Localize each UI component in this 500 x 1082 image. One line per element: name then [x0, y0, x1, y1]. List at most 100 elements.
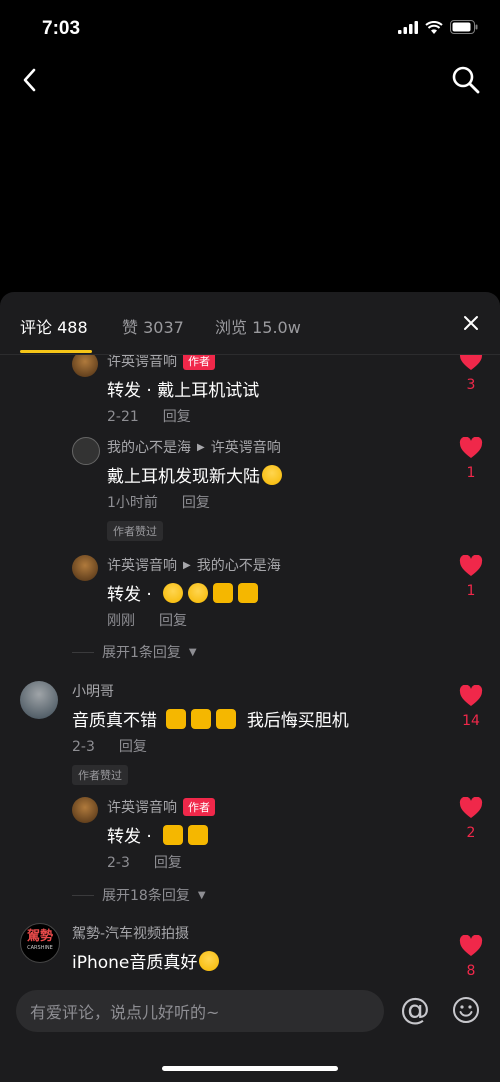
- expand-label: 展开18条回复: [102, 888, 190, 904]
- search-icon[interactable]: [450, 64, 482, 96]
- wifi-icon: [425, 20, 443, 34]
- like-count: 3: [466, 377, 476, 393]
- back-arrow-icon[interactable]: [16, 64, 44, 96]
- author-name: 我的心不是海: [107, 440, 191, 456]
- comment-meta: 2-3 回复: [72, 736, 147, 756]
- comment-meta: 2-3 回复: [107, 852, 182, 872]
- comment-text-content: 转发 ·: [107, 585, 152, 605]
- avatar-logo-sub: CARSHINE: [27, 945, 53, 951]
- comment-text: 戴上耳机发现新大陆: [107, 462, 287, 487]
- tab-views[interactable]: 浏览 15.0w: [215, 314, 301, 338]
- like-button[interactable]: 1: [458, 554, 484, 599]
- like-button[interactable]: 1: [458, 436, 484, 481]
- comments-panel: 评论 488 赞 3037 浏览 15.0w 许英谔音响 作者 转发 · 戴上耳…: [0, 292, 500, 1082]
- comment-author[interactable]: 我的心不是海 ▶ 许英谔音响: [107, 437, 281, 457]
- emoji-picker-icon[interactable]: [452, 996, 480, 1024]
- like-count: 2: [466, 825, 476, 841]
- reply-target: 我的心不是海: [196, 558, 281, 574]
- author-liked-tag: 作者赞过: [107, 521, 163, 541]
- heart-icon: [459, 796, 483, 818]
- top-nav: [0, 60, 500, 104]
- grin-emoji-icon: [163, 583, 184, 603]
- heart-icon: [459, 436, 483, 458]
- avatar[interactable]: [72, 355, 98, 377]
- like-button[interactable]: 2: [458, 796, 484, 841]
- comment-item: 小明哥 音质真不错 我后悔买胆机 2-3 回复 作者赞过 14: [0, 679, 500, 789]
- comment-meta: 刚刚 回复: [107, 610, 187, 630]
- like-count: 8: [466, 963, 476, 979]
- author-name: 駕勢-汽车视频拍摄: [72, 926, 190, 942]
- comment-text-part-a: 音质真不错: [72, 711, 157, 731]
- comment-text: 转发 ·: [107, 822, 213, 847]
- author-name: 许英谔音响: [107, 558, 177, 574]
- home-indicator: [162, 1066, 338, 1071]
- thumbs-up-emoji-icon: [213, 583, 234, 603]
- pray-emoji-icon: [188, 825, 209, 845]
- chevron-down-icon: ▼: [188, 646, 197, 658]
- status-bar: 7:03: [0, 0, 500, 60]
- like-button[interactable]: 14: [458, 684, 484, 729]
- heart-icon: [459, 355, 483, 370]
- expand-replies-button[interactable]: 展开18条回复 ▼: [72, 885, 206, 905]
- comment-meta: 2-21 回复: [107, 406, 191, 426]
- avatar-logo-text: 駕勢: [26, 929, 53, 944]
- laugh-emoji-icon: [199, 951, 220, 971]
- reply-item: 我的心不是海 ▶ 许英谔音响 戴上耳机发现新大陆 1小时前 回复 作者赞过 1: [0, 435, 500, 547]
- author-liked-tag: 作者赞过: [72, 765, 128, 785]
- comment-author[interactable]: 小明哥: [72, 681, 114, 701]
- status-icons: [398, 20, 478, 34]
- reply-button[interactable]: 回复: [163, 409, 191, 425]
- comment-author[interactable]: 许英谔音响 作者: [107, 797, 215, 817]
- mention-at-icon[interactable]: @: [398, 994, 432, 1028]
- like-count: 1: [466, 465, 476, 481]
- comment-meta: 1小时前 回复: [107, 492, 210, 512]
- like-button[interactable]: 8: [458, 934, 484, 979]
- reply-button[interactable]: 回复: [119, 739, 147, 755]
- tab-likes[interactable]: 赞 3037: [122, 314, 184, 338]
- avatar[interactable]: [72, 437, 100, 465]
- author-name: 小明哥: [72, 684, 114, 700]
- divider-line: [72, 651, 94, 653]
- heart-icon: [459, 684, 483, 706]
- comment-input-bar: @: [0, 980, 500, 1082]
- comment-input[interactable]: [28, 990, 372, 1034]
- comment-author[interactable]: 许英谔音响 作者: [107, 355, 215, 371]
- avatar[interactable]: 駕勢 CARSHINE: [20, 923, 60, 963]
- comment-tabs: 评论 488 赞 3037 浏览 15.0w: [0, 292, 500, 355]
- comment-text-content: 转发 ·: [107, 827, 152, 847]
- comment-author[interactable]: 駕勢-汽车视频拍摄: [72, 923, 189, 943]
- avatar[interactable]: [20, 681, 58, 719]
- comment-input-wrapper: [16, 990, 384, 1034]
- cellular-signal-icon: [398, 20, 418, 34]
- reply-target: 许英谔音响: [210, 440, 281, 456]
- thumbs-up-emoji-icon: [216, 709, 237, 729]
- comment-text-part-b: 我后悔买胆机: [246, 711, 349, 731]
- active-tab-indicator: [20, 350, 92, 353]
- reply-item: 许英谔音响 作者 转发 · 2-3 回复 2: [0, 795, 500, 875]
- comment-author[interactable]: 许英谔音响 ▶ 我的心不是海: [107, 555, 281, 575]
- author-badge: 作者: [183, 798, 215, 816]
- grin-emoji-icon: [262, 465, 282, 485]
- reply-button[interactable]: 回复: [159, 613, 187, 629]
- tab-comments[interactable]: 评论 488: [20, 314, 88, 338]
- comment-time: 2-21: [107, 409, 139, 425]
- like-button[interactable]: 3: [458, 355, 484, 393]
- avatar[interactable]: [72, 797, 98, 823]
- comment-text-content: 戴上耳机发现新大陆: [107, 467, 260, 487]
- avatar[interactable]: [72, 555, 98, 581]
- reply-button[interactable]: 回复: [182, 495, 210, 511]
- reply-button[interactable]: 回复: [154, 855, 182, 871]
- comment-list[interactable]: 许英谔音响 作者 转发 · 戴上耳机试试 2-21 回复 3 我的心不是海 ▶ 许…: [0, 355, 500, 980]
- author-name: 许英谔音响: [107, 800, 177, 816]
- comment-text: iPhone音质真好: [72, 948, 224, 973]
- expand-replies-button[interactable]: 展开1条回复 ▼: [72, 642, 197, 662]
- heart-icon: [459, 934, 483, 956]
- chevron-down-icon: ▼: [197, 889, 206, 901]
- comment-time: 2-3: [107, 855, 130, 871]
- close-icon[interactable]: [462, 314, 480, 332]
- thumbs-up-emoji-icon: [166, 709, 187, 729]
- comment-time: 1小时前: [107, 495, 158, 511]
- divider-line: [72, 894, 94, 896]
- author-name: 许英谔音响: [107, 355, 177, 370]
- laugh-emoji-icon: [188, 583, 209, 603]
